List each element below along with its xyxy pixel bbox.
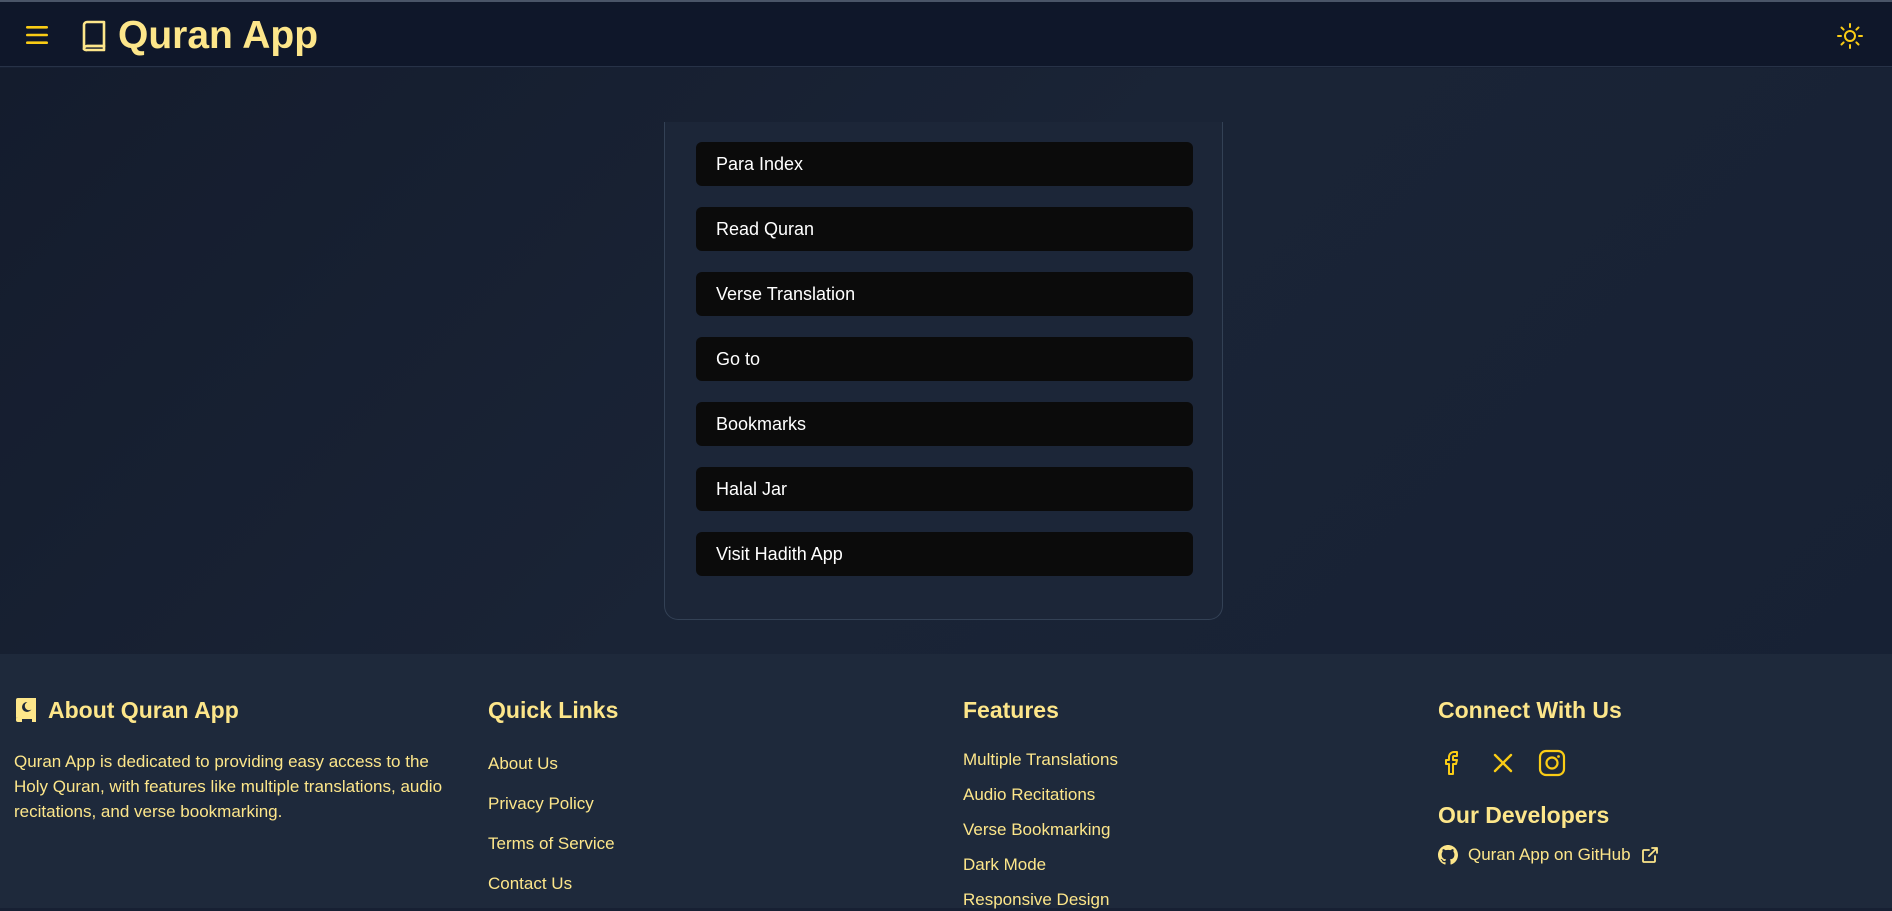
github-link[interactable]: Quran App on GitHub (1468, 844, 1631, 866)
features-heading: Features (963, 697, 1059, 723)
menu-item-verse-translation[interactable]: Verse Translation (696, 272, 1193, 316)
about-description: Quran App is dedicated to providing easy… (14, 752, 443, 821)
link-terms-of-service[interactable]: Terms of Service (488, 833, 615, 855)
feature-verse-bookmarking[interactable]: Verse Bookmarking (963, 819, 1110, 841)
sun-icon[interactable] (1836, 22, 1864, 50)
x-twitter-icon[interactable] (1488, 748, 1518, 778)
menu-item-visit-hadith-app[interactable]: Visit Hadith App (696, 532, 1193, 576)
link-about-us[interactable]: About Us (488, 753, 558, 775)
app-header: Quran App (0, 2, 1892, 67)
menu-item-para-index[interactable]: Para Index (696, 142, 1193, 186)
navigation-menu-panel: Para Index Read Quran Verse Translation … (664, 122, 1223, 620)
menu-item-go-to[interactable]: Go to (696, 337, 1193, 381)
feature-multiple-translations[interactable]: Multiple Translations (963, 749, 1118, 771)
connect-heading: Connect With Us (1438, 697, 1622, 723)
external-link-icon[interactable] (1641, 846, 1659, 864)
about-heading: About Quran App (48, 697, 239, 723)
menu-item-read-quran[interactable]: Read Quran (696, 207, 1193, 251)
quran-book-icon (16, 698, 36, 722)
app-title: Quran App (118, 14, 319, 57)
link-privacy-policy[interactable]: Privacy Policy (488, 793, 594, 815)
feature-dark-mode[interactable]: Dark Mode (963, 854, 1046, 876)
menu-item-halal-jar[interactable]: Halal Jar (696, 467, 1193, 511)
quick-links-heading: Quick Links (488, 697, 619, 723)
link-contact-us[interactable]: Contact Us (488, 873, 572, 895)
menu-item-bookmarks[interactable]: Bookmarks (696, 402, 1193, 446)
feature-audio-recitations[interactable]: Audio Recitations (963, 784, 1095, 806)
main-content: Para Index Read Quran Verse Translation … (0, 68, 1892, 654)
developers-heading: Our Developers (1438, 802, 1610, 828)
instagram-icon[interactable] (1537, 748, 1567, 778)
book-icon (82, 20, 106, 52)
github-icon (1438, 845, 1458, 865)
hamburger-menu-icon[interactable] (24, 24, 50, 46)
site-footer: About Quran App Quran App is dedicated t… (0, 654, 1892, 909)
facebook-icon[interactable] (1438, 748, 1468, 778)
